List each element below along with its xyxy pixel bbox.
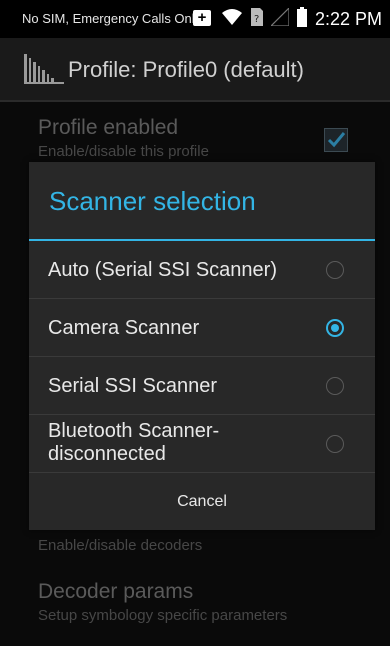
profile-enabled-checkbox[interactable] [324, 128, 348, 152]
barcode-app-icon[interactable] [22, 52, 66, 86]
carrier-status-text: No SIM, Emergency Calls Only [22, 11, 202, 26]
status-bar: No SIM, Emergency Calls Only + ? 2:22 PM [0, 0, 390, 38]
pref-title: Decoder params [38, 580, 194, 603]
signal-icon [269, 6, 290, 31]
pref-decoders[interactable]: Enable/disable decoders [38, 534, 202, 554]
action-bar: Profile: Profile0 (default) [0, 38, 390, 100]
option-bluetooth-scanner[interactable]: Bluetooth Scanner- disconnected [29, 415, 375, 473]
pref-profile-enabled[interactable]: Profile enabled Enable/disable this prof… [38, 116, 209, 160]
option-label: Bluetooth Scanner- disconnected [48, 420, 220, 465]
dialog-title: Scanner selection [49, 186, 256, 216]
option-auto-serial-ssi[interactable]: Auto (Serial SSI Scanner) [29, 241, 375, 299]
pref-summary: Enable/disable decoders [38, 537, 203, 554]
action-bar-divider [0, 100, 390, 102]
pref-title: Profile enabled [38, 116, 179, 139]
pref-decoder-params[interactable]: Decoder params Setup symbology specific … [38, 580, 287, 624]
svg-text:?: ? [254, 14, 259, 25]
page-title: Profile: Profile0 (default) [68, 57, 304, 82]
notification-plus-icon: + [193, 10, 211, 26]
option-serial-ssi-scanner[interactable]: Serial SSI Scanner [29, 357, 375, 415]
sim-missing-icon: ? [250, 7, 263, 31]
radio-button[interactable] [326, 261, 344, 279]
clock-time: 2:22 PM [314, 8, 382, 29]
option-label: Serial SSI Scanner [48, 375, 217, 397]
radio-button[interactable] [326, 435, 344, 453]
pref-summary: Enable/disable this profile [38, 143, 209, 160]
option-camera-scanner[interactable]: Camera Scanner [29, 299, 375, 357]
wifi-icon [221, 8, 243, 31]
option-label: Auto (Serial SSI Scanner) [48, 259, 277, 281]
radio-button-selected[interactable] [326, 319, 344, 337]
pref-summary: Setup symbology specific parameters [38, 607, 288, 624]
option-label: Camera Scanner [48, 317, 200, 339]
battery-icon [296, 6, 307, 32]
cancel-button[interactable]: Cancel [29, 472, 375, 531]
radio-button[interactable] [326, 377, 344, 395]
scanner-selection-dialog: Scanner selection Auto (Serial SSI Scann… [29, 162, 375, 530]
status-icons: ? 2:22 PM [221, 6, 382, 32]
